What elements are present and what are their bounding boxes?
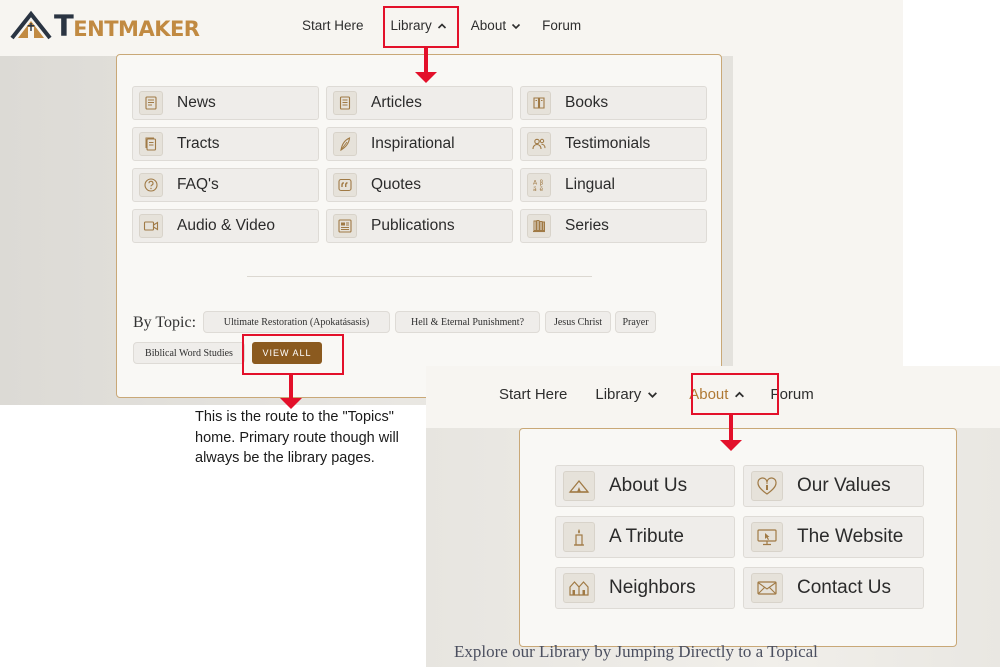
by-topic-label: By Topic: bbox=[133, 314, 197, 331]
nav-start-here[interactable]: Start Here bbox=[302, 18, 364, 33]
newspaper-icon bbox=[139, 91, 163, 115]
menu-item-contact-us[interactable]: Contact Us bbox=[743, 567, 924, 609]
annotation-note: This is the route to the "Topics" home. … bbox=[195, 409, 399, 466]
menu-item-a-tribute[interactable]: A Tribute bbox=[555, 516, 735, 558]
newsletter-icon bbox=[333, 214, 357, 238]
logo-text: ENTMAKER bbox=[73, 17, 200, 41]
feather-icon bbox=[333, 132, 357, 156]
menu-item-publications[interactable]: Publications bbox=[326, 209, 513, 243]
arrow-about-head bbox=[720, 440, 742, 451]
menu-item-faqs[interactable]: FAQ's bbox=[132, 168, 319, 202]
envelope-icon bbox=[751, 573, 783, 603]
svg-text:ä: ä bbox=[533, 186, 537, 193]
menu-item-label: Tracts bbox=[177, 135, 220, 152]
menu-item-tracts[interactable]: Tracts bbox=[132, 127, 319, 161]
nav-about[interactable]: About bbox=[471, 18, 521, 33]
heart-candle-icon bbox=[751, 471, 783, 501]
quote-icon bbox=[333, 173, 357, 197]
nav-label: About bbox=[470, 18, 507, 33]
topic-chip-biblical-word-studies[interactable]: Biblical Word Studies bbox=[133, 342, 245, 364]
menu-item-about-us[interactable]: About Us bbox=[555, 465, 735, 507]
menu-item-lingual[interactable]: Aβäē Lingual bbox=[520, 168, 707, 202]
menu-item-label: Inspirational bbox=[371, 135, 455, 152]
about-dropdown-panel: About Us Our Values A Tribute The Websit… bbox=[519, 428, 957, 647]
nav-label: Start Here bbox=[302, 18, 364, 33]
nav-library[interactable]: Library bbox=[595, 386, 658, 403]
menu-item-label: Quotes bbox=[371, 176, 421, 193]
candle-icon bbox=[563, 522, 595, 552]
menu-item-series[interactable]: Series bbox=[520, 209, 707, 243]
menu-item-inspirational[interactable]: Inspirational bbox=[326, 127, 513, 161]
menu-item-label: The Website bbox=[797, 526, 904, 547]
menu-item-label: Our Values bbox=[797, 475, 891, 496]
topic-chip-prayer[interactable]: Prayer bbox=[615, 311, 656, 333]
menu-item-news[interactable]: News bbox=[132, 86, 319, 120]
nav-start-here[interactable]: Start Here bbox=[499, 386, 567, 403]
tentmaker-logo[interactable]: TENTMAKER bbox=[10, 8, 200, 44]
tent-logo-icon bbox=[10, 10, 52, 42]
houses-icon bbox=[563, 573, 595, 603]
menu-item-label: Publications bbox=[371, 217, 455, 234]
menu-item-label: Articles bbox=[371, 94, 422, 111]
bookshelf-icon bbox=[527, 214, 551, 238]
arrow-view-all-stem bbox=[289, 375, 293, 399]
pamphlet-icon bbox=[139, 132, 163, 156]
menu-item-neighbors[interactable]: Neighbors bbox=[555, 567, 735, 609]
nav-forum[interactable]: Forum bbox=[542, 18, 581, 33]
menu-item-label: About Us bbox=[609, 475, 688, 496]
menu-item-label: Testimonials bbox=[565, 135, 651, 152]
menu-item-audio-video[interactable]: Audio & Video bbox=[132, 209, 319, 243]
menu-divider bbox=[247, 276, 592, 277]
menu-item-testimonials[interactable]: Testimonials bbox=[520, 127, 707, 161]
people-icon bbox=[527, 132, 551, 156]
menu-item-label: Contact Us bbox=[797, 577, 891, 598]
logo-letter-t: T bbox=[54, 9, 74, 43]
menu-item-the-website[interactable]: The Website bbox=[743, 516, 924, 558]
question-icon bbox=[139, 173, 163, 197]
document-icon bbox=[333, 91, 357, 115]
highlight-view-all bbox=[242, 334, 344, 375]
explore-heading: Explore our Library by Jumping Directly … bbox=[454, 642, 818, 661]
menu-item-label: Audio & Video bbox=[177, 217, 275, 234]
nav-label: Forum bbox=[542, 18, 582, 33]
topic-chip-jesus-christ[interactable]: Jesus Christ bbox=[545, 311, 611, 333]
nav-label: Library bbox=[595, 386, 642, 403]
menu-item-label: Books bbox=[565, 94, 609, 111]
alphabet-icon: Aβäē bbox=[527, 173, 551, 197]
svg-text:ē: ē bbox=[540, 186, 544, 193]
chevron-down-icon bbox=[648, 392, 658, 398]
about-menu-grid: About Us Our Values A Tribute The Websit… bbox=[555, 465, 924, 609]
menu-item-articles[interactable]: Articles bbox=[326, 86, 513, 120]
chevron-down-icon bbox=[512, 23, 521, 29]
menu-item-label: Series bbox=[565, 217, 609, 234]
menu-item-label: News bbox=[177, 94, 216, 111]
topic-chip-ultimate-restoration[interactable]: Ultimate Restoration (Apokatásasis) bbox=[203, 311, 390, 333]
menu-item-label: Lingual bbox=[565, 176, 615, 193]
library-menu-grid: News Articles Books Tracts Inspirational bbox=[132, 86, 707, 243]
library-menu-screenshot: TENTMAKER Start Here Library About Forum… bbox=[0, 0, 903, 405]
menu-item-label: A Tribute bbox=[609, 526, 684, 547]
menu-item-quotes[interactable]: Quotes bbox=[326, 168, 513, 202]
monitor-icon bbox=[751, 522, 783, 552]
arrow-library-stem bbox=[424, 48, 428, 72]
video-icon bbox=[139, 214, 163, 238]
book-icon bbox=[527, 91, 551, 115]
highlight-library-nav bbox=[383, 6, 459, 48]
library-dropdown-panel: News Articles Books Tracts Inspirational bbox=[116, 54, 722, 398]
nav-label: Start Here bbox=[499, 386, 568, 403]
topic-chip-hell-eternal-punishment[interactable]: Hell & Eternal Punishment? bbox=[395, 311, 540, 333]
tent-icon bbox=[563, 471, 595, 501]
logo-wordmark: TENTMAKER bbox=[54, 9, 200, 43]
menu-item-label: FAQ's bbox=[177, 176, 219, 193]
arrow-about-stem bbox=[729, 415, 733, 440]
menu-item-books[interactable]: Books bbox=[520, 86, 707, 120]
arrow-library-head bbox=[415, 72, 437, 83]
menu-item-our-values[interactable]: Our Values bbox=[743, 465, 924, 507]
menu-item-label: Neighbors bbox=[609, 577, 696, 598]
highlight-about-nav bbox=[691, 373, 779, 415]
